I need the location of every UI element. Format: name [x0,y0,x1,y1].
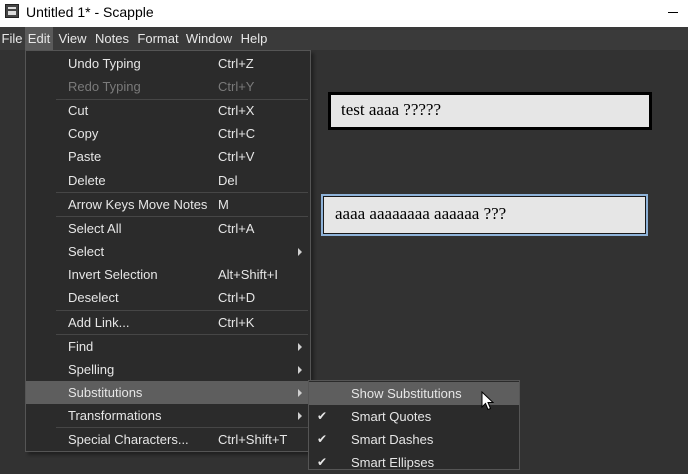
menu-item-undo-typing[interactable]: Undo Typing Ctrl+Z [26,52,310,75]
note-card-selected[interactable]: aaaa aaaaaaaa aaaaaa ??? [321,194,648,236]
menu-item-special-characters[interactable]: Special Characters... Ctrl+Shift+T [26,428,310,451]
menu-item-transformations[interactable]: Transformations [26,404,310,427]
checkmark-icon: ✔ [317,455,328,469]
menu-item-shortcut: Ctrl+Z [218,56,254,71]
menu-item-label: Smart Ellipses [351,455,435,470]
menu-item-label: Copy [68,126,99,141]
menu-item-shortcut: Ctrl+D [218,290,256,305]
menu-help[interactable]: Help [237,27,271,50]
menu-edit[interactable]: Edit [25,27,53,50]
menu-item-shortcut: Ctrl+A [218,221,255,236]
menu-item-redo-typing[interactable]: Redo Typing Ctrl+Y [26,75,310,98]
menu-item-label: Select [68,244,105,259]
chevron-right-icon [298,343,302,351]
chevron-right-icon [298,366,302,374]
menu-item-select-all[interactable]: Select All Ctrl+A [26,217,310,240]
checkmark-icon: ✔ [317,432,328,446]
menu-item-cut[interactable]: Cut Ctrl+X [26,99,310,122]
menu-item-label: Invert Selection [68,267,158,282]
menu-window[interactable]: Window [184,27,234,50]
menu-item-label: Delete [68,173,106,188]
menu-file[interactable]: File [0,27,24,50]
minimize-button[interactable] [654,0,688,27]
menu-item-delete[interactable]: Delete Del [26,169,310,192]
menu-item-label: Select All [68,221,122,236]
edit-dropdown-menu: Undo Typing Ctrl+Z Redo Typing Ctrl+Y Cu… [25,50,311,452]
note-card[interactable]: test aaaa ????? [328,92,652,130]
menu-item-shortcut: Ctrl+K [218,315,255,330]
chevron-right-icon [298,389,302,397]
menu-item-invert-selection[interactable]: Invert Selection Alt+Shift+I [26,263,310,286]
menu-item-deselect[interactable]: Deselect Ctrl+D [26,286,310,309]
menu-notes[interactable]: Notes [92,27,132,50]
menu-item-find[interactable]: Find [26,335,310,358]
chevron-right-icon [298,412,302,420]
menu-item-shortcut: Ctrl+Y [218,79,255,94]
menu-item-label: Transformations [68,408,162,423]
title-bar: Untitled 1* - Scapple [0,0,688,27]
menu-item-label: Arrow Keys Move Notes [68,197,208,212]
menu-item-add-link[interactable]: Add Link... Ctrl+K [26,311,310,334]
menu-item-shortcut: Alt+Shift+I [218,267,278,282]
menu-item-shortcut: Ctrl+V [218,149,255,164]
menu-item-shortcut: Ctrl+Shift+T [218,432,288,447]
menu-item-label: Paste [68,149,102,164]
menu-view[interactable]: View [56,27,89,50]
menu-item-shortcut: Ctrl+C [218,126,256,141]
menu-item-label: Spelling [68,362,115,377]
chevron-right-icon [298,248,302,256]
menu-item-substitutions[interactable]: Substitutions [26,381,310,404]
menu-item-label: Deselect [68,290,119,305]
menu-item-arrow-keys-move-notes[interactable]: Arrow Keys Move Notes M [26,193,310,216]
menu-item-paste[interactable]: Paste Ctrl+V [26,145,310,168]
menu-format[interactable]: Format [135,27,181,50]
checkmark-icon: ✔ [317,409,328,423]
menu-item-label: Add Link... [68,315,130,330]
window-title: Untitled 1* - Scapple [26,4,154,20]
menu-item-label: Substitutions [68,385,143,400]
menu-item-label: Redo Typing [68,79,141,94]
menu-item-label: Smart Dashes [351,432,434,447]
menu-item-shortcut: Del [218,173,238,188]
menu-item-shortcut: Ctrl+X [218,103,255,118]
scapple-app-icon[interactable] [5,4,19,18]
menu-item-label: Smart Quotes [351,409,432,424]
menu-item-smart-dashes[interactable]: ✔ Smart Dashes [309,428,519,451]
menu-item-shortcut: M [218,197,229,212]
menu-bar: File Edit View Notes Format Window Help [0,27,688,50]
menu-item-label: Find [68,339,94,354]
menu-item-label: Show Substitutions [351,386,462,401]
mouse-pointer-icon [481,391,495,411]
menu-item-label: Undo Typing [68,56,141,71]
menu-item-label: Special Characters... [68,432,189,447]
menu-item-spelling[interactable]: Spelling [26,358,310,381]
menu-item-copy[interactable]: Copy Ctrl+C [26,122,310,145]
menu-item-label: Cut [68,103,89,118]
menu-item-select[interactable]: Select [26,240,310,263]
menu-item-smart-ellipses[interactable]: ✔ Smart Ellipses [309,451,519,474]
